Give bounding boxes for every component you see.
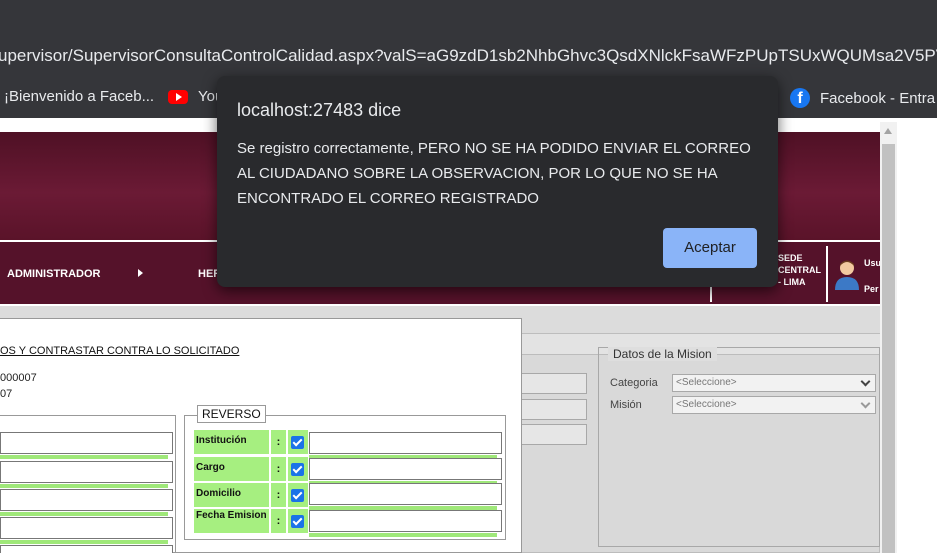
chevron-down-icon (860, 376, 871, 387)
anverso-input[interactable] (0, 461, 173, 483)
user-avatar-icon (835, 260, 859, 290)
facebook-icon: f (790, 88, 810, 108)
page-scrollbar[interactable] (880, 122, 897, 553)
cargo-input[interactable] (309, 458, 502, 480)
background-input[interactable] (521, 373, 587, 394)
categoria-select-value: <Seleccione> (676, 377, 737, 388)
youtube-icon (168, 89, 188, 104)
scrollbar-thumb[interactable] (882, 144, 895, 553)
background-input[interactable] (521, 424, 587, 445)
panel-number: 000007 (0, 372, 37, 384)
nav-divider (826, 246, 828, 302)
bookmark-facebook-welcome[interactable]: ¡Bienvenido a Faceb... (4, 88, 154, 105)
browser-tab-strip (0, 0, 937, 38)
categoria-label: Categoria (610, 377, 658, 389)
anverso-input[interactable] (0, 545, 173, 553)
nav-item-administrador[interactable]: ADMINISTRADOR (7, 268, 101, 280)
alert-dialog: localhost:27483 dice Se registro correct… (217, 76, 778, 287)
anverso-input[interactable] (0, 432, 173, 454)
bookmark-label: Facebook - Entra o (820, 89, 937, 107)
chevron-right-icon (138, 269, 143, 277)
institucion-label: Institución (194, 430, 269, 454)
scroll-up-arrow-icon[interactable] (884, 128, 892, 134)
categoria-select[interactable]: <Seleccione> (672, 374, 876, 392)
institucion-checkbox[interactable] (291, 436, 304, 449)
mision-label: Misión (610, 399, 642, 411)
anverso-input[interactable] (0, 517, 173, 539)
domicilio-input[interactable] (309, 483, 502, 505)
institucion-input[interactable] (309, 432, 502, 454)
bookmark-youtube[interactable]: You (168, 88, 223, 105)
reverso-legend: REVERSO (197, 405, 266, 423)
user-profile-label: Per (864, 284, 879, 294)
domicilio-label: Domicilio (194, 483, 269, 507)
user-name-label: Usu (864, 258, 882, 268)
fecha-emision-checkbox[interactable] (291, 515, 304, 528)
dialog-title: localhost:27483 dice (237, 100, 402, 120)
cargo-checkbox[interactable] (291, 463, 304, 476)
chevron-down-icon (860, 398, 871, 409)
mision-select-value: <Seleccione> (676, 399, 737, 410)
fecha-emision-input[interactable] (309, 510, 502, 532)
panel-title: OS Y CONTRASTAR CONTRA LO SOLICITADO (0, 345, 240, 357)
background-input[interactable] (521, 399, 587, 420)
anverso-input[interactable] (0, 489, 173, 511)
mision-legend: Datos de la Mision (608, 347, 717, 361)
url-text[interactable]: upervisor/SupervisorConsultaControlCalid… (0, 46, 937, 66)
bookmark-label: ¡Bienvenido a Faceb... (4, 88, 155, 105)
fecha-emision-label: Fecha Emision (194, 509, 269, 533)
mision-select[interactable]: <Seleccione> (672, 396, 876, 414)
panel-number: 07 (0, 388, 13, 400)
accept-button[interactable]: Aceptar (663, 228, 757, 268)
domicilio-checkbox[interactable] (291, 489, 304, 502)
bookmark-facebook[interactable]: f Facebook - Entra o (790, 88, 937, 108)
dialog-message: Se registro correctamente, PERO NO SE HA… (237, 140, 751, 207)
address-bar[interactable]: upervisor/SupervisorConsultaControlCalid… (0, 38, 937, 76)
cargo-label: Cargo (194, 457, 269, 481)
sede-label: SEDE CENTRAL - LIMA (778, 253, 821, 287)
